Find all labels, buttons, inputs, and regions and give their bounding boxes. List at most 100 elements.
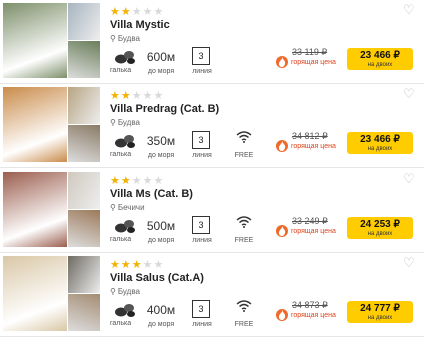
wifi-icon	[236, 216, 252, 228]
favorite-heart-icon[interactable]: ♡	[403, 3, 415, 17]
star-icon: ★	[142, 175, 154, 187]
map-pin-icon: ⚲	[110, 203, 116, 212]
hotel-photos[interactable]	[3, 3, 100, 78]
old-price: 34 812 ₽	[292, 131, 328, 141]
star-icon: ★	[153, 6, 165, 18]
price-value: 24 777 ₽	[360, 303, 400, 314]
star-icon: ★	[142, 90, 154, 102]
price-value: 23 466 ₽	[360, 50, 400, 61]
hot-price-label: горящая цена	[291, 59, 336, 66]
beach-line-badge: 3	[192, 216, 210, 234]
star-icon: ★	[120, 175, 132, 187]
beach-line-badge: 3	[192, 131, 210, 149]
hotel-photos[interactable]	[3, 172, 100, 247]
fire-icon	[276, 309, 288, 321]
hotel-rating-stars: ★★★★★	[110, 175, 164, 187]
hotel-photo-main[interactable]	[3, 3, 67, 78]
star-icon: ★	[153, 90, 165, 102]
hotel-location: ⚲ Бечичи	[110, 203, 145, 212]
hotel-card[interactable]: ★★★★★ Villa Ms (Cat. B) ⚲ Бечичи ♡ галька 500м…	[0, 169, 424, 253]
beach-line-label: линия	[192, 68, 212, 75]
map-pin-icon: ⚲	[110, 34, 116, 43]
star-icon: ★	[110, 259, 121, 271]
hotel-rating-stars: ★★★★★	[110, 90, 164, 102]
fire-icon	[276, 140, 288, 152]
beach-line-label: линия	[192, 321, 212, 328]
hotel-location: ⚲ Будва	[110, 118, 140, 127]
star-icon: ★	[120, 259, 132, 271]
beach-type: галька	[110, 134, 138, 166]
fire-icon	[276, 56, 288, 68]
free-wifi: FREE	[233, 131, 255, 165]
hotel-name[interactable]: Villa Ms (Cat. B)	[110, 187, 193, 201]
hotel-name[interactable]: Villa Mystic	[110, 18, 170, 32]
hotel-name[interactable]: Villa Predrag (Cat. B)	[110, 102, 219, 116]
hotel-photo-thumb[interactable]	[68, 294, 100, 331]
price-per-two-label: на двоих	[367, 62, 393, 68]
beach-line-label: линия	[192, 152, 212, 159]
price-button[interactable]: 24 253 ₽ на двоих	[347, 217, 413, 239]
hotel-rating-stars: ★★★★★	[110, 259, 164, 271]
beach-line-badge: 3	[192, 47, 210, 65]
beach-type: галька	[110, 219, 138, 251]
hotel-photo-thumb[interactable]	[68, 256, 100, 293]
free-wifi: FREE	[233, 300, 255, 334]
hotel-card[interactable]: ★★★★★ Villa Mystic ⚲ Будва ♡ галька 600м до мор…	[0, 0, 424, 84]
price-per-two-label: на двоих	[367, 315, 393, 321]
free-wifi: FREE	[233, 216, 255, 250]
distance-to-sea: 400м до моря	[146, 303, 176, 328]
price-button[interactable]: 24 777 ₽ на двоих	[347, 301, 413, 323]
star-icon: ★	[131, 6, 143, 18]
pebbles-icon	[115, 51, 135, 64]
hotel-photo-thumb[interactable]	[68, 41, 100, 78]
star-icon: ★	[142, 259, 154, 271]
hotel-photo-main[interactable]	[3, 172, 67, 247]
hotel-photo-thumb[interactable]	[68, 87, 100, 124]
hotel-photo-main[interactable]	[3, 256, 67, 331]
price-button[interactable]: 23 466 ₽ на двоих	[347, 132, 413, 154]
star-icon: ★	[120, 6, 132, 18]
favorite-heart-icon[interactable]: ♡	[403, 87, 415, 101]
favorite-heart-icon[interactable]: ♡	[403, 256, 415, 270]
star-icon: ★	[110, 175, 121, 187]
old-price: 33 249 ₽	[292, 216, 328, 226]
star-icon: ★	[131, 90, 143, 102]
wifi-icon	[236, 131, 252, 143]
star-icon: ★	[110, 6, 121, 18]
fire-icon	[276, 225, 288, 237]
pebbles-icon	[115, 304, 135, 317]
star-icon: ★	[120, 90, 132, 102]
hotel-card[interactable]: ★★★★★ Villa Predrag (Cat. B) ⚲ Будва ♡ галька…	[0, 84, 424, 168]
star-icon: ★	[153, 259, 165, 271]
price-per-two-label: на двоих	[367, 231, 393, 237]
star-icon: ★	[110, 90, 121, 102]
hotel-photo-main[interactable]	[3, 87, 67, 162]
star-icon: ★	[153, 175, 165, 187]
hotel-card[interactable]: ★★★★★ Villa Salus (Cat.A) ⚲ Будва ♡ галька 400…	[0, 253, 424, 337]
hot-price-label: горящая цена	[291, 312, 336, 319]
hotel-photos[interactable]	[3, 87, 100, 162]
hotel-rating-stars: ★★★★★	[110, 6, 164, 18]
hotel-photo-thumb[interactable]	[68, 210, 100, 247]
hotel-location: ⚲ Будва	[110, 287, 140, 296]
favorite-heart-icon[interactable]: ♡	[403, 172, 415, 186]
star-icon: ★	[142, 6, 154, 18]
hotel-name[interactable]: Villa Salus (Cat.A)	[110, 271, 204, 285]
hotel-photo-thumb[interactable]	[68, 125, 100, 162]
map-pin-icon: ⚲	[110, 287, 116, 296]
hotel-location: ⚲ Будва	[110, 34, 140, 43]
hotel-photos[interactable]	[3, 256, 100, 331]
map-pin-icon: ⚲	[110, 118, 116, 127]
beach-line-label: линия	[192, 237, 212, 244]
price-button[interactable]: 23 466 ₽ на двоих	[347, 48, 413, 70]
star-icon: ★	[131, 259, 143, 271]
wifi-icon	[236, 300, 252, 312]
hot-price-label: горящая цена	[291, 228, 336, 235]
beach-line-badge: 3	[192, 300, 210, 318]
hotel-photo-thumb[interactable]	[68, 3, 100, 40]
distance-to-sea: 600м до моря	[146, 50, 176, 75]
star-icon: ★	[131, 175, 143, 187]
price-per-two-label: на двоих	[367, 146, 393, 152]
hotel-photo-thumb[interactable]	[68, 172, 100, 209]
price-value: 23 466 ₽	[360, 134, 400, 145]
